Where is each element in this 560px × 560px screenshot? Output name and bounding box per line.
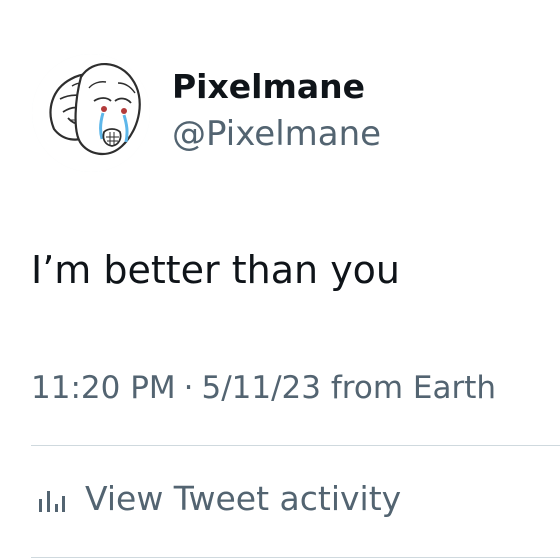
bar-chart-icon	[31, 479, 71, 519]
profile-avatar[interactable]	[32, 54, 150, 172]
display-name[interactable]: Pixelmane	[172, 67, 365, 107]
view-tweet-activity-label: View Tweet activity	[85, 479, 402, 518]
tweet-time[interactable]: 11:20 PM	[31, 370, 176, 406]
meta-separator: ·	[183, 370, 194, 406]
wojak-mask-avatar-icon	[32, 54, 150, 172]
tweet-metadata: 11:20 PM · 5/11/23 from Earth	[31, 368, 496, 408]
tweet-date[interactable]: 5/11/23	[202, 370, 322, 406]
divider	[31, 445, 560, 446]
view-tweet-activity-link[interactable]: View Tweet activity	[31, 473, 401, 525]
tweet-source: from Earth	[330, 370, 497, 406]
divider	[31, 557, 560, 558]
tweet-detail: Pixelmane @Pixelmane I’m better than you…	[0, 0, 560, 560]
user-handle[interactable]: @Pixelmane	[172, 113, 381, 155]
tweet-text: I’m better than you	[31, 248, 401, 292]
